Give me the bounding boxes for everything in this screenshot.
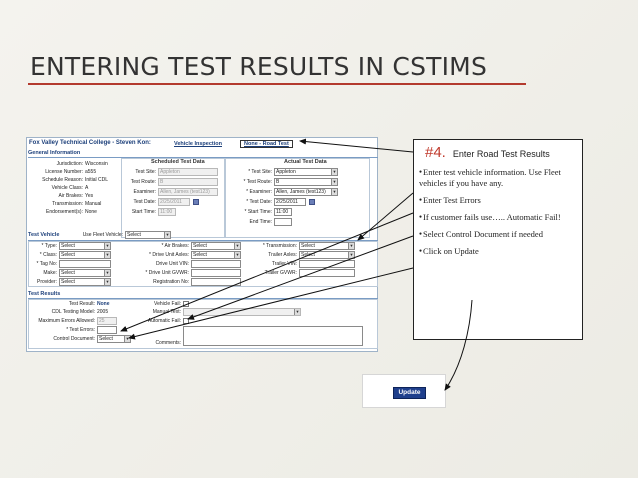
arrow-to-update: [444, 299, 473, 391]
arrow-to-control-document: [128, 267, 414, 340]
arrow-to-road-test: [299, 138, 414, 153]
callout-arrows: [120, 138, 473, 391]
arrow-to-test-errors: [120, 212, 414, 332]
arrow-to-automatic-fail: [187, 235, 414, 320]
